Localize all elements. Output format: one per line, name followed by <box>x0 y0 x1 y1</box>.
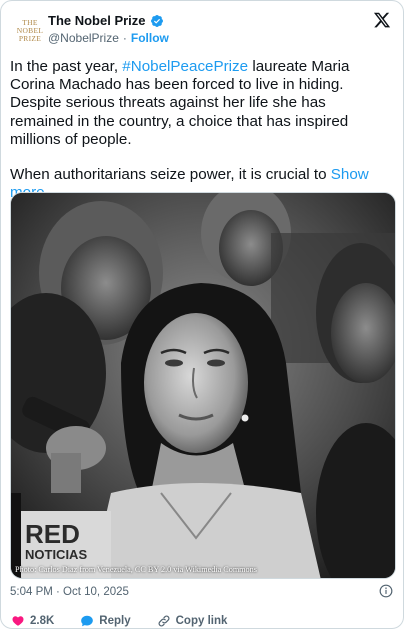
link-icon <box>158 615 170 627</box>
mic-sign-text-1: RED <box>25 519 80 549</box>
photo-illustration: RED NOTICIAS <box>11 193 395 578</box>
avatar[interactable]: THE NOBEL PRIZE <box>13 13 47 49</box>
tweet-card: THE NOBEL PRIZE The Nobel Prize @NobelPr… <box>0 0 404 629</box>
display-name[interactable]: The Nobel Prize <box>48 13 146 28</box>
separator: · <box>122 31 127 45</box>
verified-badge-icon <box>150 14 163 27</box>
tweet-header: THE NOBEL PRIZE The Nobel Prize @NobelPr… <box>13 11 391 51</box>
handle[interactable]: @NobelPrize <box>48 31 119 45</box>
like-button[interactable]: 2.8K <box>11 614 54 628</box>
x-logo-icon[interactable] <box>373 11 391 29</box>
text-before-hashtag: In the past year, <box>10 58 123 75</box>
handle-row: @NobelPrize · Follow <box>48 31 169 45</box>
tweet-text: In the past year, #NobelPeacePrize laure… <box>10 58 393 202</box>
reply-icon <box>81 615 94 627</box>
copy-link-label: Copy link <box>175 615 228 627</box>
second-paragraph-text: When authoritarians seize power, it is c… <box>10 166 331 184</box>
tweet-paragraph-1: In the past year, #NobelPeacePrize laure… <box>10 58 393 149</box>
photo-caption: Photo: Carlos Diaz from Venezuela, CC BY… <box>15 565 257 574</box>
like-count: 2.8K <box>30 615 55 627</box>
follow-button[interactable]: Follow <box>131 31 169 45</box>
heart-icon <box>12 616 24 626</box>
reply-button[interactable]: Reply <box>80 614 131 628</box>
timestamp[interactable]: 5:04 PM · Oct 10, 2025 <box>10 586 129 598</box>
action-bar: 2.8K Reply Copy link <box>11 614 393 628</box>
mic-sign-text-2: NOTICIAS <box>25 547 87 562</box>
reply-label: Reply <box>99 615 131 627</box>
avatar-line-3: PRIZE <box>18 34 42 43</box>
tweet-photo[interactable]: RED NOTICIAS Photo: Carlos Diaz from Ven… <box>10 192 396 579</box>
display-name-row: The Nobel Prize <box>48 13 164 28</box>
hashtag-link[interactable]: #NobelPeacePrize <box>122 58 248 75</box>
copy-link-button[interactable]: Copy link <box>157 614 228 628</box>
info-icon[interactable] <box>379 584 393 598</box>
